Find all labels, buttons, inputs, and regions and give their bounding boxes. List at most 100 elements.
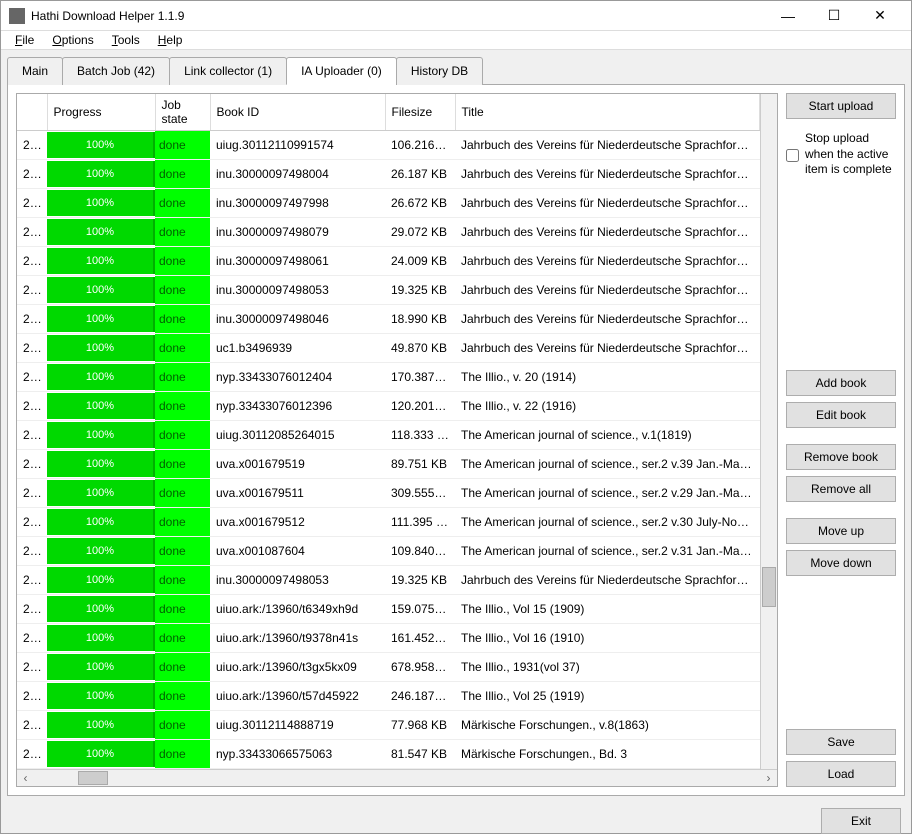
book-id: inu.30000097497998 — [210, 189, 385, 218]
tab-main[interactable]: Main — [7, 57, 63, 85]
progress-bar: 100% — [47, 422, 155, 448]
stop-upload-checkbox-row[interactable]: Stop upload when the active item is comp… — [786, 131, 896, 178]
table-row[interactable]: 281100%doneinu.3000009749807929.072 KBJa… — [17, 218, 760, 247]
app-icon — [9, 8, 25, 24]
title-cell: Jahrbuch des Vereins für Niederdeutsche … — [455, 566, 760, 595]
table-row[interactable]: 283100%doneinu.3000009749805319.325 KBJa… — [17, 276, 760, 305]
table-row[interactable]: 279100%doneinu.3000009749800426.187 KBJa… — [17, 160, 760, 189]
progress-bar: 100% — [47, 654, 155, 680]
title-cell: Jahrbuch des Vereins für Niederdeutsche … — [455, 131, 760, 160]
table-row[interactable]: 299100%donenyp.3343306657506381.547 KBMä… — [17, 740, 760, 769]
table-row[interactable]: 294100%doneuiuo.ark:/13960/t6349xh9d159.… — [17, 595, 760, 624]
stop-upload-checkbox[interactable] — [786, 133, 799, 178]
table-row[interactable]: 292100%doneuva.x001087604109.840 KBThe A… — [17, 537, 760, 566]
progress-bar: 100% — [47, 683, 155, 709]
progress-bar: 100% — [47, 625, 155, 651]
progress-bar: 100% — [47, 480, 155, 506]
job-state: done — [155, 247, 210, 275]
maximize-button[interactable]: ☐ — [811, 1, 857, 31]
remove-book-button[interactable]: Remove book — [786, 444, 896, 470]
book-id: inu.30000097498053 — [210, 566, 385, 595]
minimize-button[interactable]: — — [765, 1, 811, 31]
title-cell: Jahrbuch des Vereins für Niederdeutsche … — [455, 276, 760, 305]
progress-bar: 100% — [47, 538, 155, 564]
scrollbar-thumb[interactable] — [78, 771, 108, 785]
remove-all-button[interactable]: Remove all — [786, 476, 896, 502]
table-row[interactable]: 296100%doneuiuo.ark:/13960/t3gx5kx09678.… — [17, 653, 760, 682]
table-row[interactable]: 289100%doneuva.x00167951989.751 KBThe Am… — [17, 450, 760, 479]
table-row[interactable]: 293100%doneinu.3000009749805319.325 KBJa… — [17, 566, 760, 595]
book-id: uiug.30112085264015 — [210, 421, 385, 450]
scroll-left-icon[interactable]: ‹ — [17, 771, 34, 785]
filesize: 24.009 KB — [385, 247, 455, 276]
row-index: 280 — [17, 189, 47, 218]
table-row[interactable]: 284100%doneinu.3000009749804618.990 KBJa… — [17, 305, 760, 334]
move-up-button[interactable]: Move up — [786, 518, 896, 544]
column-header[interactable]: Title — [455, 94, 760, 131]
menu-help[interactable]: Help — [150, 31, 191, 49]
book-id: uiuo.ark:/13960/t3gx5kx09 — [210, 653, 385, 682]
vertical-scrollbar[interactable] — [760, 94, 777, 769]
add-book-button[interactable]: Add book — [786, 370, 896, 396]
row-index: 294 — [17, 595, 47, 624]
table-row[interactable]: 280100%doneinu.3000009749799826.672 KBJa… — [17, 189, 760, 218]
table-row[interactable]: 288100%doneuiug.30112085264015118.333 KB… — [17, 421, 760, 450]
horizontal-scrollbar[interactable]: ‹ › — [17, 769, 777, 786]
content-area: MainBatch Job (42)Link collector (1)IA U… — [1, 50, 911, 802]
table-row[interactable]: 297100%doneuiuo.ark:/13960/t57d45922246.… — [17, 682, 760, 711]
table-row[interactable]: 290100%doneuva.x001679511309.555 KBThe A… — [17, 479, 760, 508]
filesize: 159.075 KB — [385, 595, 455, 624]
row-index: 290 — [17, 479, 47, 508]
progress-bar: 100% — [47, 306, 155, 332]
table-row[interactable]: 287100%donenyp.33433076012396120.201 KBT… — [17, 392, 760, 421]
filesize: 109.840 KB — [385, 537, 455, 566]
table-row[interactable]: 298100%doneuiug.3011211488871977.968 KBM… — [17, 711, 760, 740]
row-index: 293 — [17, 566, 47, 595]
job-state: done — [155, 537, 210, 565]
filesize: 77.968 KB — [385, 711, 455, 740]
scroll-right-icon[interactable]: › — [760, 771, 777, 785]
scrollbar-thumb[interactable] — [762, 567, 776, 607]
menu-file[interactable]: File — [7, 31, 42, 49]
tab-history-db[interactable]: History DB — [396, 57, 483, 85]
edit-book-button[interactable]: Edit book — [786, 402, 896, 428]
table-row[interactable]: 285100%doneuc1.b349693949.870 KBJahrbuch… — [17, 334, 760, 363]
book-id: nyp.33433076012396 — [210, 392, 385, 421]
title-cell: The Illio., 1931(vol 37) — [455, 653, 760, 682]
table-row[interactable]: 295100%doneuiuo.ark:/13960/t9378n41s161.… — [17, 624, 760, 653]
filesize: 309.555 KB — [385, 479, 455, 508]
title-cell: The American journal of science., ser.2 … — [455, 508, 760, 537]
column-header[interactable]: Progress — [47, 94, 155, 131]
table-row[interactable]: 282100%doneinu.3000009749806124.009 KBJa… — [17, 247, 760, 276]
book-id: uiug.30112114888719 — [210, 711, 385, 740]
load-button[interactable]: Load — [786, 761, 896, 787]
row-index: 297 — [17, 682, 47, 711]
save-button[interactable]: Save — [786, 729, 896, 755]
title-cell: The American journal of science., ser.2 … — [455, 479, 760, 508]
tab-ia-uploader-0-[interactable]: IA Uploader (0) — [286, 57, 397, 85]
table-row[interactable]: 291100%doneuva.x001679512111.395 KBThe A… — [17, 508, 760, 537]
close-button[interactable]: ✕ — [857, 1, 903, 31]
table-row[interactable]: 286100%donenyp.33433076012404170.387 KBT… — [17, 363, 760, 392]
title-cell: Jahrbuch des Vereins für Niederdeutsche … — [455, 218, 760, 247]
column-header[interactable]: Filesize — [385, 94, 455, 131]
progress-bar: 100% — [47, 509, 155, 535]
column-header[interactable]: Job state — [155, 94, 210, 131]
job-state: done — [155, 189, 210, 217]
column-header[interactable]: Book ID — [210, 94, 385, 131]
menu-options[interactable]: Options — [44, 31, 101, 49]
tab-batch-job-42-[interactable]: Batch Job (42) — [62, 57, 170, 85]
start-upload-button[interactable]: Start upload — [786, 93, 896, 119]
move-down-button[interactable]: Move down — [786, 550, 896, 576]
menu-tools[interactable]: Tools — [104, 31, 148, 49]
app-window: Hathi Download Helper 1.1.9 — ☐ ✕ File O… — [0, 0, 912, 834]
tab-link-collector-1-[interactable]: Link collector (1) — [169, 57, 287, 85]
column-header[interactable] — [17, 94, 47, 131]
row-index: 279 — [17, 160, 47, 189]
title-cell: Märkische Forschungen., v.8(1863) — [455, 711, 760, 740]
menubar: File Options Tools Help — [1, 31, 911, 50]
table-row[interactable]: 278100%doneuiug.30112110991574106.216 KB… — [17, 131, 760, 160]
exit-button[interactable]: Exit — [821, 808, 901, 834]
row-index: 283 — [17, 276, 47, 305]
book-id: nyp.33433066575063 — [210, 740, 385, 769]
